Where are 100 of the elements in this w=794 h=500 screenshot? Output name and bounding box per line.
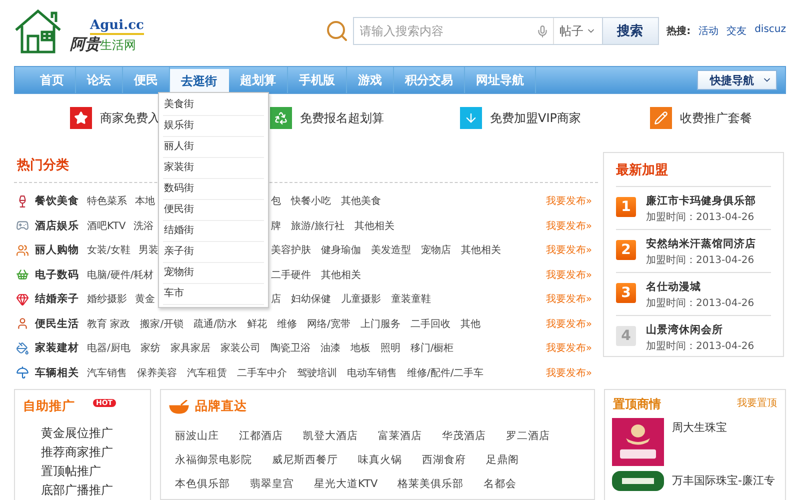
promo-option-link[interactable]: 推荐商家推广 bbox=[41, 444, 150, 461]
menu-item[interactable]: 娱乐街 bbox=[163, 116, 264, 137]
category-link[interactable]: 地板 bbox=[350, 341, 370, 356]
brand-link[interactable]: 味真火锅 bbox=[358, 453, 402, 467]
brand-link[interactable]: 永福御景电影院 bbox=[175, 453, 252, 467]
promo-link[interactable]: 收费推广套餐 bbox=[650, 107, 752, 129]
menu-item[interactable]: 数码街 bbox=[163, 179, 264, 200]
category-link[interactable]: 陶瓷卫浴 bbox=[270, 341, 310, 356]
brand-link[interactable]: 名都会 bbox=[484, 477, 517, 491]
merchant-name[interactable]: 安然纳米汗蒸馆同济店 bbox=[646, 237, 756, 251]
category-link[interactable]: 二手回收 bbox=[410, 316, 450, 331]
brand-link[interactable]: 丽波山庄 bbox=[175, 429, 219, 443]
category-link[interactable]: 美发造型 bbox=[371, 243, 411, 258]
category-link[interactable]: 美容护肤 bbox=[271, 243, 311, 258]
brand-link[interactable]: 格莱美俱乐部 bbox=[398, 477, 464, 491]
brand-link[interactable]: 罗二酒店 bbox=[506, 429, 550, 443]
category-link[interactable]: 包 bbox=[271, 194, 281, 208]
category-link[interactable]: 洗浴 bbox=[134, 218, 154, 233]
category-link[interactable]: 二手车中介 bbox=[237, 366, 287, 380]
search-field[interactable]: 请输入搜索内容 帖子 bbox=[352, 17, 603, 45]
category-link[interactable]: 快餐小吃 bbox=[291, 194, 331, 208]
category-link[interactable]: 家纺 bbox=[140, 341, 160, 356]
category-link[interactable]: 网络/宽带 bbox=[306, 316, 350, 331]
microphone-icon[interactable] bbox=[536, 24, 549, 38]
category-link[interactable]: 维修 bbox=[276, 316, 297, 331]
category-link[interactable]: 鲜花 bbox=[246, 316, 267, 331]
brand-link[interactable]: 星光大道KTV bbox=[314, 477, 378, 491]
nav-tab[interactable]: 去逛街 bbox=[170, 69, 229, 93]
category-link[interactable]: 汽车租赁 bbox=[187, 366, 227, 380]
category-link[interactable]: 搬家/开锁 bbox=[140, 316, 184, 331]
menu-item[interactable]: 便民街 bbox=[163, 200, 264, 221]
category-link[interactable]: 疏通/防水 bbox=[194, 316, 237, 331]
category-link[interactable]: 其他相关 bbox=[461, 243, 501, 258]
promo-option-link[interactable]: 置顶帖推广 bbox=[41, 463, 150, 480]
category-link[interactable]: 汽车销售 bbox=[87, 366, 127, 380]
quick-nav-button[interactable]: 快捷导航 bbox=[697, 70, 777, 90]
brand-link[interactable]: 本色俱乐部 bbox=[175, 477, 230, 491]
category-link[interactable]: 照明 bbox=[380, 341, 400, 356]
menu-item[interactable]: 结婚街 bbox=[163, 221, 264, 242]
category-link[interactable]: 童装童鞋 bbox=[391, 292, 431, 306]
hot-search-link[interactable]: 活动 bbox=[698, 24, 719, 38]
category-link[interactable]: 本地 bbox=[135, 194, 155, 208]
promo-option-link[interactable]: 底部广播推广 bbox=[41, 482, 150, 499]
category-link[interactable]: 驾驶培训 bbox=[297, 366, 337, 380]
merchant-name[interactable]: 山景湾休闲会所 bbox=[646, 323, 754, 337]
merchant-name[interactable]: 名仕动漫城 bbox=[646, 280, 754, 294]
category-link[interactable]: 婚纱摄影 bbox=[87, 292, 127, 306]
category-link[interactable]: 保养美容 bbox=[137, 366, 177, 380]
menu-item[interactable]: 宠物街 bbox=[163, 263, 264, 284]
category-link[interactable]: 妇幼保健 bbox=[291, 292, 331, 306]
category-link[interactable]: 其他相关 bbox=[354, 218, 394, 233]
hot-search-link[interactable]: 交友 bbox=[726, 24, 747, 38]
brand-name: 阿贵 bbox=[70, 35, 100, 54]
category-link[interactable]: 教育 家政 bbox=[87, 316, 130, 331]
menu-item[interactable]: 家装街 bbox=[163, 158, 264, 179]
category-link[interactable]: 电器/厨电 bbox=[87, 341, 130, 356]
deal-name[interactable]: 万丰国际珠宝-廉江专 bbox=[672, 471, 775, 491]
menu-item[interactable]: 丽人街 bbox=[163, 137, 264, 158]
category-link[interactable]: 家装公司 bbox=[220, 341, 260, 356]
hot-search-link[interactable]: discuz bbox=[754, 24, 786, 38]
menu-item[interactable]: 车市 bbox=[163, 284, 264, 305]
category-link[interactable]: 油漆 bbox=[320, 341, 340, 356]
category-link[interactable]: 酒吧KTV bbox=[87, 218, 126, 233]
category-link[interactable]: 健身瑜伽 bbox=[321, 243, 361, 258]
category-link[interactable]: 其他 bbox=[460, 316, 480, 331]
deal-name[interactable]: 周大生珠宝 bbox=[672, 418, 727, 466]
promo-option-link[interactable]: 黄金展位推广 bbox=[41, 425, 150, 442]
brand-link[interactable]: 西湖食府 bbox=[422, 453, 466, 467]
merchant-name[interactable]: 廉江市卡玛健身俱乐部 bbox=[646, 194, 756, 208]
category-link[interactable]: 移门/橱柜 bbox=[410, 341, 454, 356]
category-link[interactable]: 二手硬件 bbox=[271, 268, 311, 282]
category-link[interactable]: 牌 bbox=[271, 218, 281, 233]
brand-link[interactable]: 足鼎阁 bbox=[486, 453, 519, 467]
category-link[interactable]: 其他美食 bbox=[341, 194, 381, 208]
promo-link[interactable]: 免费报名超划算 bbox=[270, 107, 384, 129]
category-link[interactable]: 男装 bbox=[138, 243, 158, 258]
brand-link[interactable]: 威尼斯西餐厅 bbox=[272, 453, 338, 467]
category-link[interactable]: 儿童摄影 bbox=[341, 292, 381, 306]
promo-link[interactable]: 免费加盟VIP商家 bbox=[460, 107, 581, 129]
category-link[interactable]: 店 bbox=[271, 292, 281, 306]
category-link[interactable]: 其他相关 bbox=[321, 268, 361, 282]
category-link[interactable]: 女装/女鞋 bbox=[87, 243, 130, 258]
category-link[interactable]: 黄金 bbox=[135, 292, 155, 306]
category-link[interactable]: 维修/配件/二手车 bbox=[407, 366, 484, 380]
brand-link[interactable]: 富莱酒店 bbox=[378, 429, 422, 443]
scope-select[interactable]: 帖子 bbox=[552, 18, 602, 44]
category-link[interactable]: 电脑/硬件/耗材 bbox=[87, 268, 154, 282]
category-link[interactable]: 上门服务 bbox=[360, 316, 400, 331]
search-button[interactable]: 搜索 bbox=[602, 17, 659, 45]
menu-item[interactable]: 亲子街 bbox=[163, 242, 264, 263]
category-link[interactable]: 特色菜系 bbox=[87, 194, 127, 208]
category-link[interactable]: 家具家居 bbox=[170, 341, 210, 356]
category-link[interactable]: 电动车销售 bbox=[347, 366, 397, 380]
category-link[interactable]: 旅游/旅行社 bbox=[291, 218, 344, 233]
category-link[interactable]: 宠物店 bbox=[421, 243, 451, 258]
brand-link[interactable]: 华茂酒店 bbox=[442, 429, 486, 443]
menu-item[interactable]: 美食街 bbox=[163, 95, 264, 116]
brand-link[interactable]: 江都酒店 bbox=[239, 429, 283, 443]
brand-link[interactable]: 凯登大酒店 bbox=[303, 429, 358, 443]
brand-link[interactable]: 翡翠皇宫 bbox=[250, 477, 294, 491]
